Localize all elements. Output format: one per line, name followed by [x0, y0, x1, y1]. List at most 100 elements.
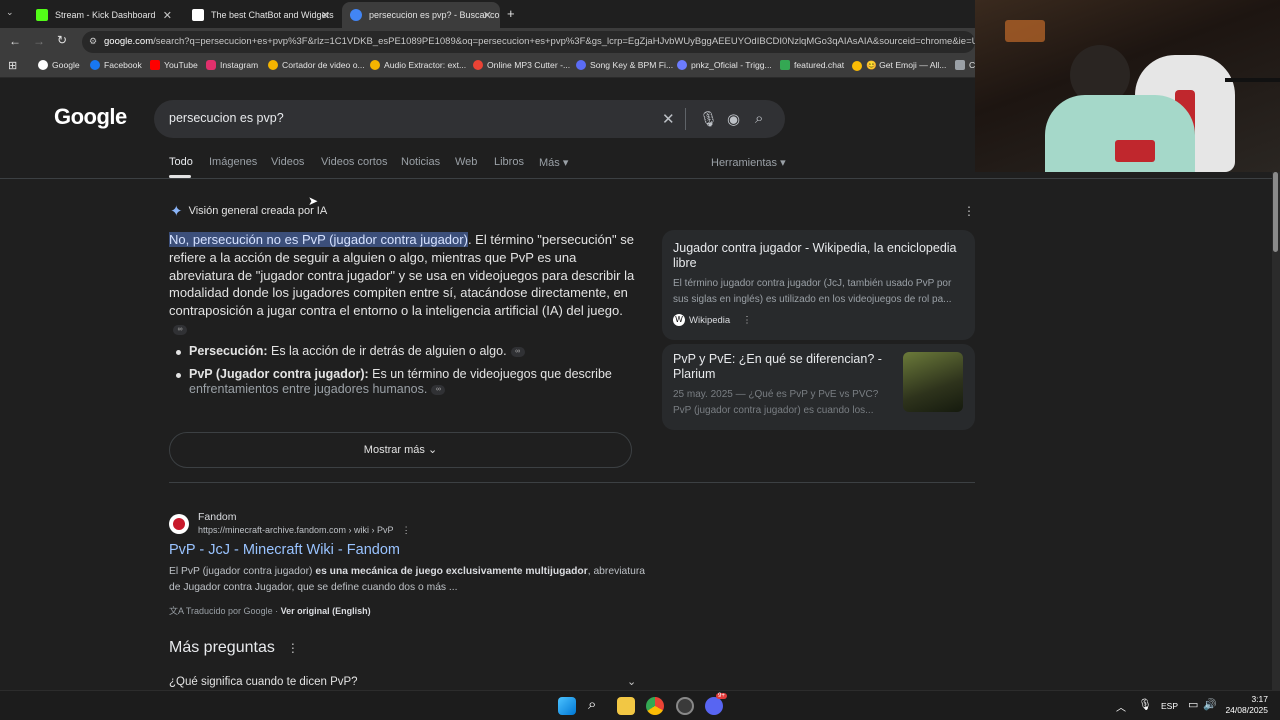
show-more-button[interactable]: Mostrar más ⌄	[169, 432, 632, 468]
chevron-down-icon[interactable]: ⌄	[627, 675, 636, 688]
multicolor-icon	[268, 60, 278, 70]
windows-start-icon[interactable]	[558, 697, 576, 715]
tab-web[interactable]: Web	[455, 156, 477, 168]
bookmark-more[interactable]: C	[955, 60, 975, 70]
bookmark-pnkz[interactable]: pnkz_Oficial - Trigg...	[677, 60, 772, 70]
bookmark-featured-chat[interactable]: featured.chat	[780, 60, 844, 70]
phone	[1115, 140, 1155, 162]
tab-videos[interactable]: Videos	[271, 156, 304, 168]
microphone-icon[interactable]: 🎙	[1138, 698, 1152, 711]
source-card-wikipedia[interactable]: Jugador contra jugador - Wikipedia, la e…	[662, 230, 975, 340]
more-options-icon[interactable]: ⋮	[287, 641, 299, 655]
close-icon[interactable]: ✕	[321, 9, 330, 22]
language-indicator[interactable]: ESP	[1161, 701, 1178, 711]
chevron-up-icon[interactable]: ︿	[1116, 699, 1126, 714]
result-title-link[interactable]: PvP - JcJ - Minecraft Wiki - Fandom	[169, 542, 400, 558]
search-input[interactable]: persecucion es pvp?	[169, 111, 284, 125]
close-icon[interactable]: ✕	[483, 9, 492, 22]
result-url[interactable]: https://minecraft-archive.fandom.com › w…	[198, 525, 411, 536]
microphone-icon[interactable]: 🎙	[699, 110, 718, 128]
site-info-icon[interactable]: ⚙	[89, 36, 97, 47]
divider	[0, 178, 1272, 179]
bookmark-facebook[interactable]: Facebook	[90, 60, 142, 70]
source-snippet: 25 may. 2025 — ¿Qué es PvP y PvE vs PVC?…	[673, 389, 879, 416]
bookmark-mp3-cutter[interactable]: Online MP3 Cutter -...	[473, 60, 570, 70]
app-icon[interactable]	[676, 697, 694, 715]
clock[interactable]: 3:17 24/08/2025	[1225, 694, 1268, 716]
tab-videos-cortos[interactable]: Videos cortos	[321, 156, 387, 168]
page-icon	[955, 60, 965, 70]
tools-button[interactable]: Herramientas ▾	[711, 156, 786, 169]
search-box[interactable]: persecucion es pvp? ✕ 🎙 ◉ ⌕	[154, 100, 785, 138]
tab-kick-dashboard[interactable]: Stream - Kick Dashboard ✕	[28, 2, 180, 28]
bookmark-cortador[interactable]: Cortador de video o...	[268, 60, 365, 70]
ai-overview-bullets: Persecución: Es la acción de ir detrás d…	[176, 344, 639, 405]
tab-google-search[interactable]: persecucion es pvp? - Buscar co ✕	[342, 2, 500, 28]
search-icon[interactable]: ⌕	[755, 110, 763, 127]
webcam-overlay	[975, 0, 1280, 172]
ai-overview-text: No, persecución no es PvP (jugador contr…	[169, 231, 639, 338]
bookmark-instagram[interactable]: Instagram	[206, 60, 258, 70]
search-icon[interactable]: ⌕	[588, 696, 596, 713]
apps-grid-icon[interactable]: ⊞	[8, 59, 17, 72]
more-options-icon[interactable]: ⋮	[963, 204, 975, 218]
tab-title: The best ChatBot and Widgets	[211, 10, 334, 20]
browser-toolbar: ← → ↻ ⚙ google.com/search?q=persecucion+…	[0, 28, 975, 56]
chrome-icon[interactable]	[646, 697, 664, 715]
facebook-icon	[90, 60, 100, 70]
people-also-ask-heading: Más preguntas ⋮	[169, 639, 299, 656]
source-site: W Wikipedia ⋮	[673, 314, 964, 326]
link-icon[interactable]: ∞	[431, 384, 446, 395]
url-path: /search?q=persecucion+es+pvp%3F&rlz=1C1V…	[153, 36, 975, 47]
address-bar[interactable]: ⚙ google.com/search?q=persecucion+es+pvp…	[82, 31, 975, 53]
mouse-cursor-icon: ➤	[308, 194, 319, 208]
more-options-icon[interactable]: ⋮	[402, 525, 411, 535]
file-explorer-icon[interactable]	[617, 697, 635, 715]
tab-mas[interactable]: Más ▾	[539, 156, 568, 169]
bookmark-song-key[interactable]: Song Key & BPM Fi...	[576, 60, 673, 70]
tab-todo[interactable]: Todo	[169, 156, 193, 168]
paa-question[interactable]: ¿Qué significa cuando te dicen PvP?	[169, 676, 358, 688]
wikipedia-icon: W	[673, 314, 685, 326]
camera-lens-icon[interactable]: ◉	[727, 110, 740, 128]
link-icon[interactable]: ∞	[510, 346, 525, 357]
new-tab-button[interactable]: +	[507, 6, 515, 21]
bookmarks-bar: ⊞ Google Facebook YouTube Instagram Cort…	[0, 56, 975, 78]
divider	[685, 108, 686, 130]
thumbnail-image	[903, 352, 963, 412]
tab-title: persecucion es pvp? - Buscar co	[369, 10, 500, 20]
fandom-icon	[169, 514, 189, 534]
view-original-link[interactable]: Ver original (English)	[281, 606, 371, 616]
network-icon[interactable]: ▭	[1188, 698, 1198, 711]
forward-icon[interactable]: →	[33, 34, 45, 48]
back-icon[interactable]: ←	[9, 34, 21, 48]
reload-icon[interactable]: ↻	[57, 33, 67, 47]
volume-icon[interactable]: 🔊	[1203, 698, 1217, 711]
google-logo[interactable]: Google	[54, 104, 127, 130]
result-site-name[interactable]: Fandom	[198, 511, 237, 523]
tab-noticias[interactable]: Noticias	[401, 156, 440, 168]
bookmark-audio-extractor[interactable]: Audio Extractor: ext...	[370, 60, 466, 70]
bookmark-google[interactable]: Google	[38, 60, 80, 70]
tab-imagenes[interactable]: Imágenes	[209, 156, 257, 168]
close-icon[interactable]: ✕	[163, 9, 172, 22]
bookmark-youtube[interactable]: YouTube	[150, 60, 198, 70]
more-options-icon[interactable]: ⋮	[742, 315, 752, 326]
multicolor-icon	[473, 60, 483, 70]
source-title[interactable]: Jugador contra jugador - Wikipedia, la e…	[673, 241, 964, 271]
list-item: Persecución: Es la acción de ir detrás d…	[176, 344, 639, 360]
source-snippet: El término jugador contra jugador (JcJ, …	[673, 278, 952, 305]
scrollbar-thumb[interactable]	[1273, 172, 1278, 252]
kick-icon	[36, 9, 48, 21]
discord-icon[interactable]	[705, 697, 723, 715]
tab-search-icon[interactable]: ⌄	[6, 7, 14, 18]
sparkle-icon: ✦	[170, 203, 183, 220]
clear-icon[interactable]: ✕	[662, 110, 675, 128]
source-title[interactable]: PvP y PvE: ¿En qué se diferencian? - Pla…	[673, 352, 888, 382]
window-light	[1005, 20, 1045, 42]
tab-libros[interactable]: Libros	[494, 156, 524, 168]
source-card-plarium[interactable]: PvP y PvE: ¿En qué se diferencian? - Pla…	[662, 344, 975, 430]
tab-chatbot-widgets[interactable]: The best ChatBot and Widgets ✕	[184, 2, 338, 28]
link-icon[interactable]: ∞	[173, 324, 187, 335]
bookmark-get-emoji[interactable]: 😊 Get Emoji — All...	[852, 60, 946, 71]
